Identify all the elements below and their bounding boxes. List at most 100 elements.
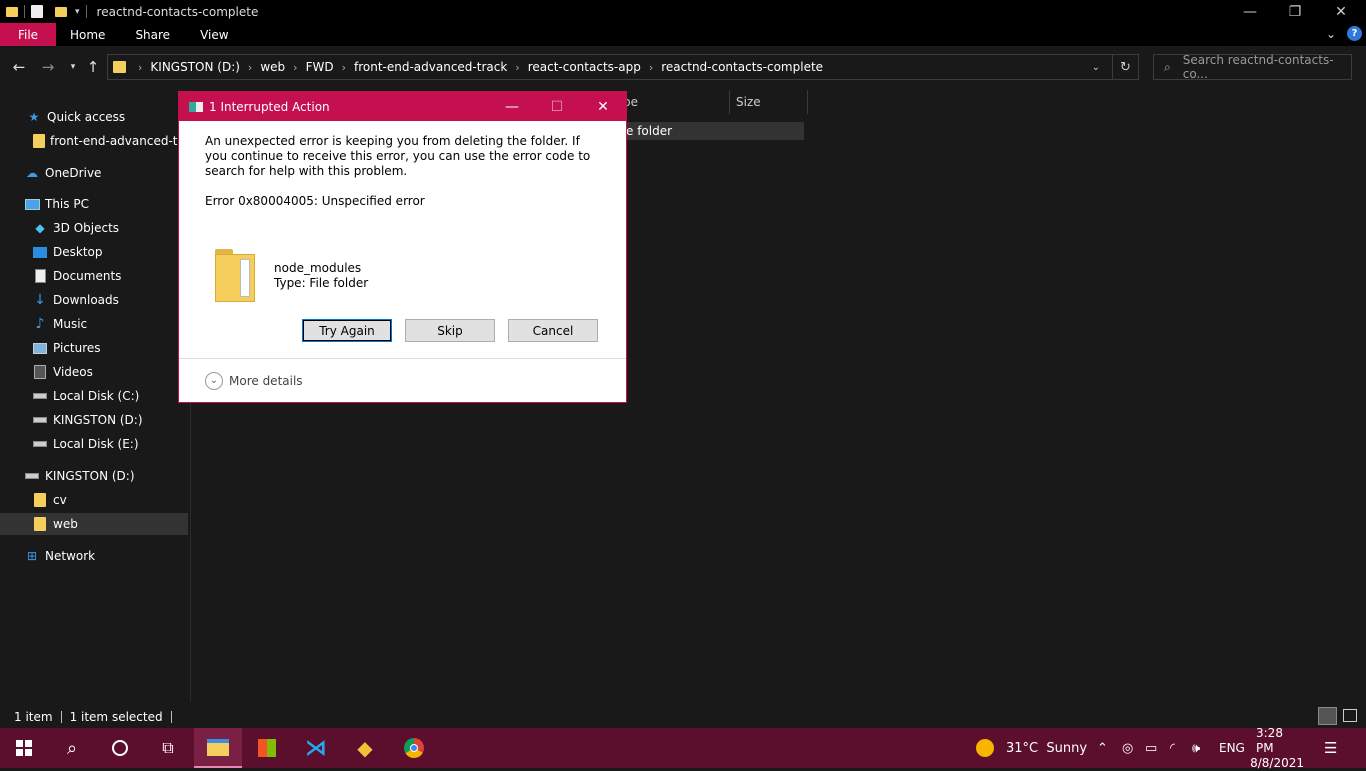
navigation-pane: ★ Quick access front-end-advanced-track … — [0, 96, 191, 702]
start-button[interactable] — [0, 728, 48, 768]
details-view-icon[interactable] — [1318, 707, 1337, 725]
cancel-button[interactable]: Cancel — [508, 319, 598, 342]
show-hidden-icons-button[interactable]: ⌃ — [1097, 728, 1108, 768]
breadcrumb-item[interactable]: KINGSTON (D:) — [144, 60, 246, 74]
file-explorer-taskbar-button[interactable] — [194, 728, 242, 768]
search-input[interactable]: ⌕ Search reactnd-contacts-co... — [1153, 53, 1352, 81]
nav-item-3d-objects[interactable]: ◆ 3D Objects — [0, 217, 188, 239]
up-arrow-icon[interactable]: ↑ — [83, 57, 103, 77]
help-icon[interactable]: ? — [1347, 26, 1362, 41]
back-arrow-icon[interactable]: ← — [9, 57, 29, 77]
nav-item-cv[interactable]: cv — [0, 489, 188, 511]
nav-item-local-disk-c[interactable]: Local Disk (C:) — [0, 385, 188, 407]
battery-icon[interactable]: ▭ — [1145, 728, 1157, 768]
nav-label: Network — [45, 549, 96, 563]
chevron-right-icon[interactable]: › — [291, 61, 299, 74]
more-details-toggle[interactable]: ⌄ More details — [179, 358, 626, 402]
separator — [24, 5, 25, 18]
vscode-taskbar-button[interactable]: ⋊ — [292, 728, 340, 768]
cloud-icon: ☁ — [26, 166, 38, 180]
properties-icon[interactable] — [31, 5, 43, 18]
customize-qat-icon[interactable]: ▾ — [75, 7, 80, 17]
meet-now-icon[interactable]: ◎ — [1122, 728, 1133, 768]
nav-item-downloads[interactable]: ↓ Downloads — [0, 289, 188, 311]
dialog-minimize-button[interactable]: — — [489, 92, 535, 121]
interrupted-action-dialog: 1 Interrupted Action — ☐ ✕ An unexpected… — [178, 91, 627, 403]
chevron-right-icon[interactable]: › — [340, 61, 348, 74]
dialog-maximize-button: ☐ — [550, 98, 564, 115]
chevron-down-icon: ⌄ — [205, 371, 223, 390]
weather-widget[interactable]: 31°C Sunny — [976, 728, 1087, 768]
column-header-size[interactable]: Size — [730, 90, 808, 114]
chrome-taskbar-button[interactable] — [390, 728, 438, 768]
nav-item-quick-access[interactable]: ★ Quick access — [0, 106, 188, 128]
restore-button[interactable]: ❐ — [1272, 0, 1318, 23]
chevron-right-icon[interactable]: › — [513, 61, 521, 74]
chevron-right-icon[interactable]: › — [647, 61, 655, 74]
nav-item-music[interactable]: ♪ Music — [0, 313, 188, 335]
cortana-button[interactable] — [96, 728, 144, 768]
separator — [60, 710, 62, 723]
nav-item-web[interactable]: web — [0, 513, 188, 535]
download-icon: ↓ — [34, 292, 46, 308]
windows-icon — [16, 740, 32, 756]
dialog-message: An unexpected error is keeping you from … — [205, 134, 591, 178]
breadcrumb-item[interactable]: react-contacts-app — [522, 60, 647, 74]
nav-item-kingston-d-root[interactable]: KINGSTON (D:) — [0, 465, 188, 487]
folder-icon — [32, 517, 48, 531]
minimize-button[interactable]: — — [1227, 0, 1273, 23]
clock[interactable]: 3:28 PM 8/8/2021 — [1250, 726, 1304, 770]
address-dropdown-icon[interactable]: ⌄ — [1092, 62, 1100, 73]
tab-file[interactable]: File — [0, 23, 56, 46]
chevron-right-icon[interactable]: › — [136, 61, 144, 74]
address-bar[interactable]: › KINGSTON (D:) › web › FWD › front-end-… — [107, 54, 1139, 80]
notifications-icon[interactable]: ☰ — [1324, 728, 1337, 768]
selection-count: 1 item selected — [69, 709, 163, 724]
column-header-type[interactable]: pe — [617, 90, 730, 114]
nav-item-kingston-d[interactable]: KINGSTON (D:) — [0, 409, 188, 431]
skip-button[interactable]: Skip — [405, 319, 495, 342]
breadcrumb-item[interactable]: front-end-advanced-track — [348, 60, 513, 74]
tab-share[interactable]: Share — [120, 23, 185, 46]
nav-item-documents[interactable]: Documents — [0, 265, 188, 287]
language-indicator[interactable]: ENG — [1219, 728, 1245, 768]
nav-label: front-end-advanced-track — [50, 134, 188, 148]
wifi-icon[interactable]: ◜ — [1170, 728, 1175, 768]
nav-item-local-disk-e[interactable]: Local Disk (E:) — [0, 433, 188, 455]
dialog-close-button[interactable]: ✕ — [580, 92, 626, 121]
forward-arrow-icon[interactable]: → — [38, 57, 58, 77]
breadcrumb-item[interactable]: FWD — [300, 60, 340, 74]
nav-item-this-pc[interactable]: This PC — [0, 193, 188, 215]
chevron-right-icon[interactable]: › — [246, 61, 254, 74]
desktop-icon — [32, 245, 48, 259]
nav-item-front-end-advanced-track[interactable]: front-end-advanced-track — [0, 130, 188, 152]
nav-label: KINGSTON (D:) — [45, 469, 135, 483]
nav-label: Downloads — [53, 293, 119, 307]
expand-ribbon-icon[interactable]: ⌄ — [1326, 27, 1336, 41]
tab-view[interactable]: View — [185, 23, 243, 46]
large-icons-view-icon[interactable] — [1343, 709, 1357, 722]
nav-label: 3D Objects — [53, 221, 120, 235]
volume-icon[interactable]: 🕪 — [1192, 728, 1200, 768]
nav-label: Local Disk (C:) — [53, 389, 140, 403]
search-button[interactable]: ⌕ — [48, 728, 96, 768]
try-again-button[interactable]: Try Again — [302, 319, 392, 342]
nav-item-onedrive[interactable]: ☁ OneDrive — [0, 162, 188, 184]
task-view-button[interactable]: ⧉ — [144, 728, 192, 768]
nav-item-network[interactable]: ⊞ Network — [0, 545, 188, 567]
nav-item-videos[interactable]: Videos — [0, 361, 188, 383]
nav-item-desktop[interactable]: Desktop — [0, 241, 188, 263]
nav-item-pictures[interactable]: Pictures — [0, 337, 188, 359]
recent-locations-icon[interactable]: ▾ — [63, 57, 83, 77]
refresh-icon[interactable]: ↻ — [1112, 55, 1138, 79]
store-taskbar-button[interactable] — [243, 728, 291, 768]
nav-label: web — [53, 517, 78, 531]
file-row-selected[interactable]: e folder — [600, 122, 804, 140]
tab-home[interactable]: Home — [56, 23, 120, 46]
close-button[interactable]: ✕ — [1318, 0, 1364, 23]
new-folder-icon[interactable] — [55, 6, 67, 17]
breadcrumb-item[interactable]: web — [254, 60, 291, 74]
git-taskbar-button[interactable]: ◆ — [341, 728, 389, 768]
dialog-titlebar: 1 Interrupted Action — ☐ ✕ — [179, 92, 626, 121]
breadcrumb-item[interactable]: reactnd-contacts-complete — [655, 60, 829, 74]
